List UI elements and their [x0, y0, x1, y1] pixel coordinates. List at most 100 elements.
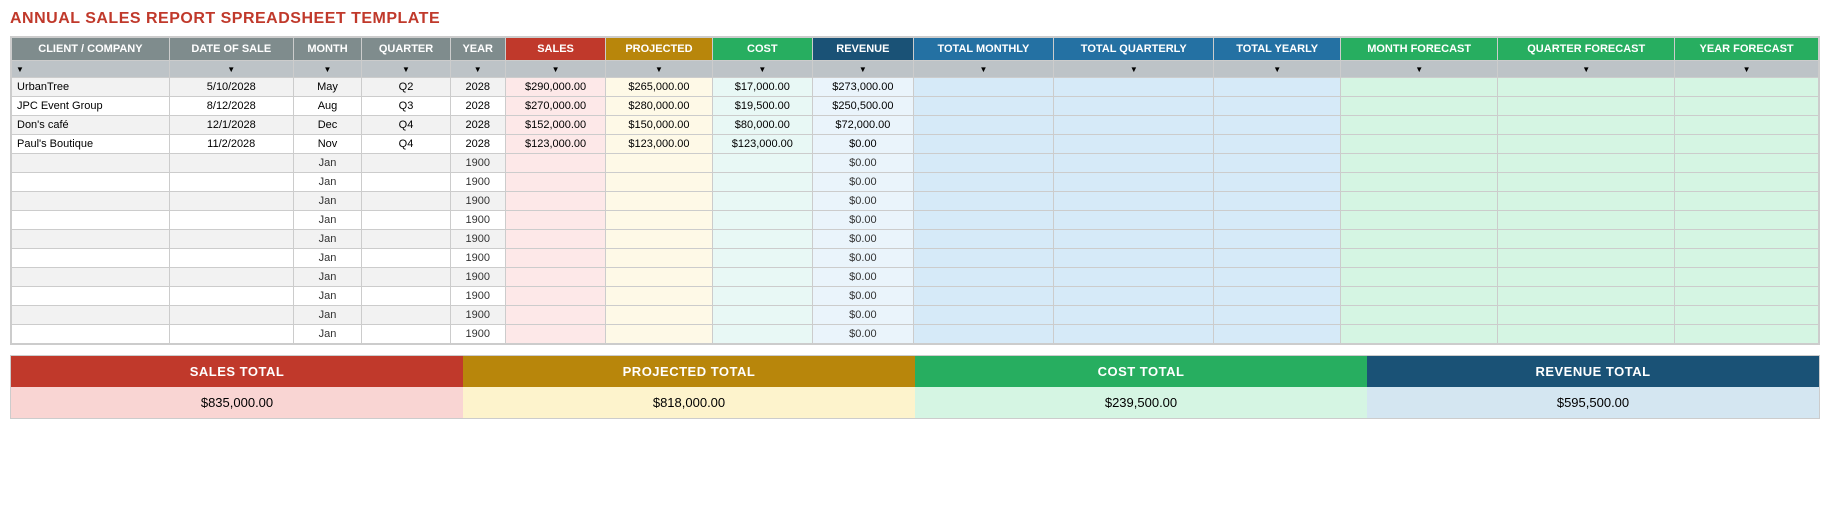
- cell-quarter_forecast[interactable]: [1498, 230, 1675, 249]
- cell-total_yearly[interactable]: [1214, 268, 1341, 287]
- cell-year_forecast[interactable]: [1675, 116, 1819, 135]
- cell-sales[interactable]: [505, 192, 606, 211]
- cell-total_yearly[interactable]: [1214, 211, 1341, 230]
- cell-sales[interactable]: [505, 325, 606, 344]
- cell-year[interactable]: 2028: [450, 97, 505, 116]
- cell-total_monthly[interactable]: [913, 306, 1054, 325]
- date-filter-dropdown[interactable]: [227, 63, 235, 75]
- cell-quarter_forecast[interactable]: [1498, 192, 1675, 211]
- cell-sales[interactable]: [505, 249, 606, 268]
- cell-revenue[interactable]: $0.00: [813, 325, 914, 344]
- cell-month[interactable]: Jan: [293, 325, 362, 344]
- cell-client[interactable]: [12, 192, 170, 211]
- cell-total_quarterly[interactable]: [1054, 230, 1214, 249]
- cell-total_monthly[interactable]: [913, 154, 1054, 173]
- cell-month[interactable]: Jan: [293, 192, 362, 211]
- cell-total_quarterly[interactable]: [1054, 287, 1214, 306]
- cell-sales[interactable]: $290,000.00: [505, 78, 606, 97]
- cell-total_monthly[interactable]: [913, 249, 1054, 268]
- cell-year[interactable]: 2028: [450, 135, 505, 154]
- cell-date_of_sale[interactable]: 11/2/2028: [169, 135, 293, 154]
- cell-month_forecast[interactable]: [1341, 154, 1498, 173]
- cell-total_monthly[interactable]: [913, 287, 1054, 306]
- cell-projected[interactable]: [606, 306, 712, 325]
- cell-month[interactable]: Jan: [293, 154, 362, 173]
- cell-total_yearly[interactable]: [1214, 192, 1341, 211]
- cell-year_forecast[interactable]: [1675, 306, 1819, 325]
- cell-year_forecast[interactable]: [1675, 154, 1819, 173]
- cell-year[interactable]: 1900: [450, 173, 505, 192]
- cell-quarter[interactable]: Q2: [362, 78, 450, 97]
- cell-cost[interactable]: [712, 287, 813, 306]
- cell-client[interactable]: [12, 287, 170, 306]
- cell-month_forecast[interactable]: [1341, 268, 1498, 287]
- cell-year_forecast[interactable]: [1675, 135, 1819, 154]
- cell-cost[interactable]: $17,000.00: [712, 78, 813, 97]
- cell-revenue[interactable]: $0.00: [813, 135, 914, 154]
- cell-total_yearly[interactable]: [1214, 287, 1341, 306]
- cell-revenue[interactable]: $0.00: [813, 211, 914, 230]
- cell-month_forecast[interactable]: [1341, 135, 1498, 154]
- cell-quarter_forecast[interactable]: [1498, 325, 1675, 344]
- cell-revenue[interactable]: $0.00: [813, 154, 914, 173]
- cell-total_monthly[interactable]: [913, 211, 1054, 230]
- cell-date_of_sale[interactable]: [169, 325, 293, 344]
- month-forecast-filter-dropdown[interactable]: [1415, 63, 1423, 75]
- year-filter-dropdown[interactable]: [474, 63, 482, 75]
- cell-year[interactable]: 2028: [450, 116, 505, 135]
- cell-client[interactable]: JPC Event Group: [12, 97, 170, 116]
- cell-month_forecast[interactable]: [1341, 306, 1498, 325]
- cell-projected[interactable]: [606, 287, 712, 306]
- cell-sales[interactable]: [505, 173, 606, 192]
- cell-cost[interactable]: [712, 325, 813, 344]
- cell-total_quarterly[interactable]: [1054, 249, 1214, 268]
- cell-month_forecast[interactable]: [1341, 325, 1498, 344]
- cell-cost[interactable]: $80,000.00: [712, 116, 813, 135]
- cell-year[interactable]: 1900: [450, 230, 505, 249]
- cell-quarter[interactable]: Q3: [362, 97, 450, 116]
- cell-date_of_sale[interactable]: 8/12/2028: [169, 97, 293, 116]
- cell-total_quarterly[interactable]: [1054, 306, 1214, 325]
- cell-quarter[interactable]: Q4: [362, 135, 450, 154]
- cell-date_of_sale[interactable]: [169, 173, 293, 192]
- cell-total_monthly[interactable]: [913, 230, 1054, 249]
- cell-quarter_forecast[interactable]: [1498, 97, 1675, 116]
- cell-year[interactable]: 1900: [450, 287, 505, 306]
- cell-client[interactable]: [12, 268, 170, 287]
- month-filter-dropdown[interactable]: [324, 63, 332, 75]
- cell-revenue[interactable]: $0.00: [813, 173, 914, 192]
- cell-month_forecast[interactable]: [1341, 116, 1498, 135]
- cell-month[interactable]: Dec: [293, 116, 362, 135]
- cell-client[interactable]: [12, 306, 170, 325]
- cell-sales[interactable]: $270,000.00: [505, 97, 606, 116]
- cell-quarter_forecast[interactable]: [1498, 173, 1675, 192]
- cell-quarter_forecast[interactable]: [1498, 249, 1675, 268]
- cell-revenue[interactable]: $0.00: [813, 249, 914, 268]
- cell-total_yearly[interactable]: [1214, 78, 1341, 97]
- cell-year_forecast[interactable]: [1675, 78, 1819, 97]
- cell-cost[interactable]: [712, 230, 813, 249]
- cell-client[interactable]: [12, 249, 170, 268]
- cell-quarter_forecast[interactable]: [1498, 287, 1675, 306]
- cell-month[interactable]: Jan: [293, 173, 362, 192]
- cell-month_forecast[interactable]: [1341, 97, 1498, 116]
- total-quarterly-filter-dropdown[interactable]: [1130, 63, 1138, 75]
- projected-filter-dropdown[interactable]: [655, 63, 663, 75]
- cell-month[interactable]: Jan: [293, 249, 362, 268]
- cell-year[interactable]: 1900: [450, 211, 505, 230]
- cell-total_quarterly[interactable]: [1054, 192, 1214, 211]
- quarter-forecast-filter-dropdown[interactable]: [1582, 63, 1590, 75]
- cell-month[interactable]: Jan: [293, 268, 362, 287]
- cell-date_of_sale[interactable]: 12/1/2028: [169, 116, 293, 135]
- cell-client[interactable]: [12, 173, 170, 192]
- filter-client[interactable]: [12, 61, 170, 78]
- cell-projected[interactable]: [606, 154, 712, 173]
- cell-cost[interactable]: $19,500.00: [712, 97, 813, 116]
- cell-client[interactable]: [12, 230, 170, 249]
- cell-quarter_forecast[interactable]: [1498, 211, 1675, 230]
- cell-month[interactable]: Aug: [293, 97, 362, 116]
- cell-month[interactable]: Jan: [293, 211, 362, 230]
- cell-date_of_sale[interactable]: [169, 211, 293, 230]
- cell-projected[interactable]: [606, 211, 712, 230]
- cell-cost[interactable]: [712, 154, 813, 173]
